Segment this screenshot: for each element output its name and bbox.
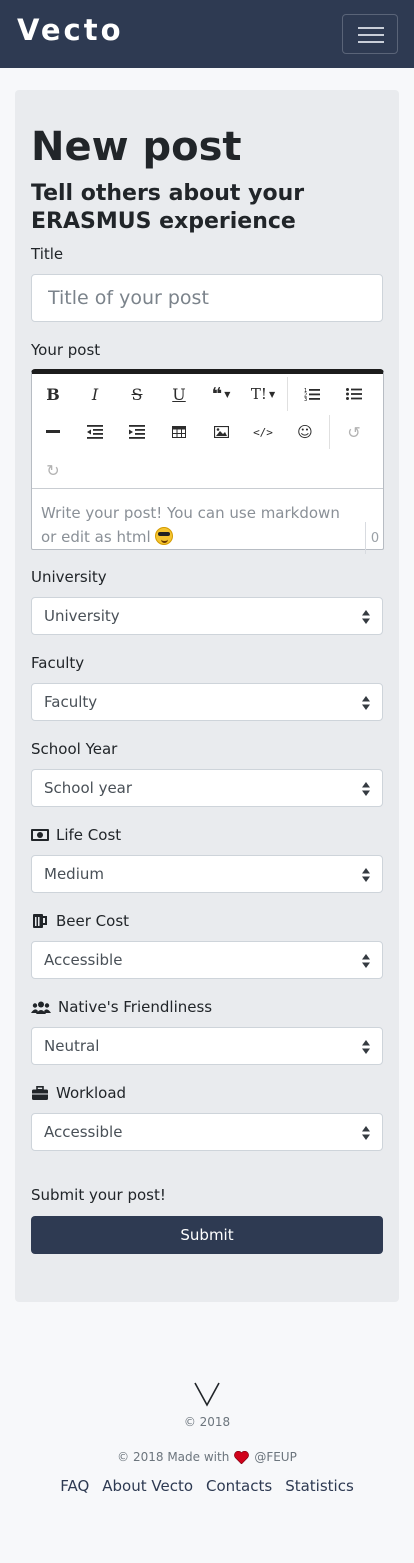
markdown-editor: B I S U ❝ ▼ T! ▼ 123 </> ☺ ↺ ↻ Write you…	[31, 369, 384, 554]
redo-icon[interactable]: ↻	[32, 452, 74, 488]
select-arrows-icon	[362, 610, 370, 624]
select-arrows-icon	[362, 696, 370, 710]
life-cost-select[interactable]: Medium	[31, 855, 383, 893]
outdent-icon[interactable]	[74, 414, 116, 450]
select-arrows-icon	[362, 954, 370, 968]
workload-select[interactable]: Accessible	[31, 1113, 383, 1151]
beer-mug-icon	[31, 914, 49, 928]
faculty-label: Faculty	[31, 654, 85, 672]
beer-cost-label: Beer Cost	[31, 912, 129, 930]
ordered-list-icon[interactable]: 123	[291, 376, 333, 412]
footer-links: FAQ About Vecto Contacts Statistics	[0, 1477, 414, 1495]
natives-friendliness-label: Native's Friendliness	[31, 998, 212, 1016]
post-textarea[interactable]: Write your post! You can use markdown or…	[41, 501, 356, 549]
text-size-dropdown-icon[interactable]: T! ▼	[242, 376, 284, 412]
footer-link-about[interactable]: About Vecto	[102, 1477, 193, 1495]
character-counter: 0	[365, 522, 384, 554]
editor-toolbar-row: </> ☺ ↺	[32, 414, 375, 450]
code-icon[interactable]: </>	[242, 414, 284, 450]
footer-link-statistics[interactable]: Statistics	[285, 1477, 354, 1495]
select-arrows-icon	[362, 1126, 370, 1140]
footer-copyright: © 2018	[183, 1415, 231, 1429]
submit-label: Submit your post!	[31, 1186, 166, 1204]
footer-logo-icon	[194, 1382, 220, 1407]
briefcase-icon	[31, 1086, 49, 1100]
underline-icon[interactable]: U	[158, 376, 200, 412]
select-arrows-icon	[362, 782, 370, 796]
page-title: New post	[31, 124, 242, 170]
heart-icon	[234, 1450, 250, 1464]
italic-icon[interactable]: I	[74, 376, 116, 412]
navbar: Vecto	[0, 0, 414, 68]
title-label: Title	[31, 245, 64, 263]
brand-logo[interactable]: Vecto	[17, 13, 124, 47]
svg-text:3: 3	[304, 397, 307, 401]
quote-dropdown-icon[interactable]: ❝ ▼	[200, 376, 242, 412]
strikethrough-icon[interactable]: S	[116, 376, 158, 412]
university-label: University	[31, 568, 107, 586]
footer-link-faq[interactable]: FAQ	[60, 1477, 89, 1495]
natives-friendliness-select[interactable]: Neutral	[31, 1027, 383, 1065]
submit-button[interactable]: Submit	[31, 1216, 383, 1254]
page-subtitle: Tell others about your ERASMUS experienc…	[31, 181, 305, 234]
school-year-select[interactable]: School year	[31, 769, 383, 807]
horizontal-rule-icon[interactable]	[32, 414, 74, 450]
beer-cost-select[interactable]: Accessible	[31, 941, 383, 979]
hamburger-icon	[358, 27, 384, 29]
sunglasses-emoji-icon	[155, 527, 174, 545]
image-icon[interactable]	[200, 414, 242, 450]
users-icon	[31, 1000, 51, 1014]
footer-made-with: © 2018 Made with @FEUP	[117, 1450, 297, 1464]
post-label: Your post	[31, 341, 101, 359]
emoji-icon[interactable]: ☺	[284, 414, 326, 450]
menu-toggle-button[interactable]	[342, 14, 398, 54]
bold-icon[interactable]: B	[32, 376, 74, 412]
footer-link-contacts[interactable]: Contacts	[206, 1477, 272, 1495]
title-input[interactable]	[31, 274, 383, 322]
editor-toolbar-row: B I S U ❝ ▼ T! ▼ 123	[32, 376, 375, 412]
faculty-select[interactable]: Faculty	[31, 683, 383, 721]
school-year-label: School Year	[31, 740, 118, 758]
editor-toolbar-row: ↻	[32, 452, 74, 488]
table-icon[interactable]	[158, 414, 200, 450]
university-select[interactable]: University	[31, 597, 383, 635]
money-bill-icon	[31, 828, 49, 842]
undo-icon[interactable]: ↺	[333, 414, 375, 450]
unordered-list-icon[interactable]	[333, 376, 375, 412]
indent-icon[interactable]	[116, 414, 158, 450]
select-arrows-icon	[362, 868, 370, 882]
life-cost-label: Life Cost	[31, 826, 121, 844]
workload-label: Workload	[31, 1084, 126, 1102]
select-arrows-icon	[362, 1040, 370, 1054]
